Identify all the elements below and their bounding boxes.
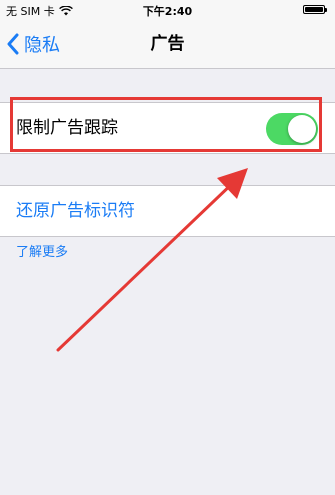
status-time: 下午2:40 bbox=[142, 5, 193, 18]
limit-ad-tracking-toggle[interactable] bbox=[266, 113, 318, 145]
limit-ad-tracking-label: 限制广告跟踪 bbox=[16, 118, 118, 138]
page-title: 广告 bbox=[150, 34, 185, 54]
battery-icon bbox=[303, 5, 327, 14]
learn-more-link[interactable]: 了解更多 bbox=[16, 241, 68, 260]
reset-identifier-row: 还原广告标识符 bbox=[0, 185, 335, 237]
toggle-knob bbox=[288, 115, 316, 143]
limit-ad-tracking-row: 限制广告跟踪 bbox=[0, 102, 335, 154]
navigation-bar: 隐私 广告 bbox=[0, 20, 335, 69]
reset-ad-identifier-button[interactable]: 还原广告标识符 bbox=[16, 186, 135, 236]
status-bar: 无 SIM 卡 下午2:40 bbox=[0, 0, 335, 20]
